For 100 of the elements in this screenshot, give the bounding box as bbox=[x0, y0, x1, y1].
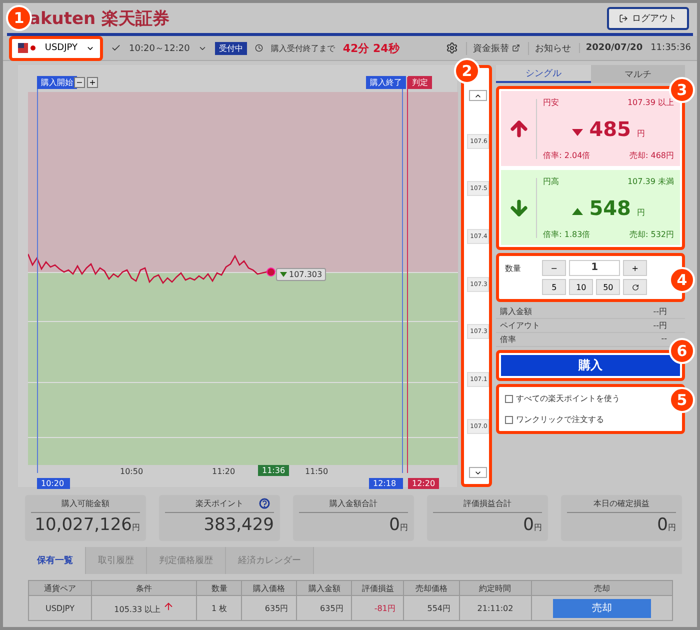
currency-pair-select[interactable]: USDJPY bbox=[9, 36, 103, 60]
summary-value: 0円 bbox=[388, 514, 408, 535]
option-checkbox[interactable]: ワンクリックで注文する bbox=[501, 410, 608, 429]
table-cell: 1 枚 bbox=[196, 596, 242, 620]
price-unit: 円 bbox=[636, 128, 645, 138]
decrement-button[interactable]: − bbox=[542, 260, 566, 276]
preset-button[interactable]: 5 bbox=[542, 279, 566, 295]
step-badge: 6 bbox=[669, 338, 695, 364]
option-label: 円高 bbox=[543, 176, 560, 186]
mode-tab[interactable]: シングル bbox=[496, 65, 591, 83]
payout-rate: 倍率: 1.83倍 bbox=[543, 228, 590, 240]
quantity-field[interactable]: 1 bbox=[569, 260, 620, 276]
session-select[interactable]: 10:20～12:20 bbox=[129, 42, 190, 54]
sell-price: 売却: 468円 bbox=[629, 150, 674, 160]
settings-icon[interactable] bbox=[446, 42, 458, 54]
summary-label: 購入可能金額 bbox=[62, 498, 110, 509]
payout-rate: 倍率: 2.04倍 bbox=[543, 150, 590, 160]
detail-label: 購入金額 bbox=[500, 306, 532, 317]
step-badge: 4 bbox=[669, 267, 695, 293]
summary-value: 0円 bbox=[522, 514, 542, 535]
column-header: 購入金額 bbox=[296, 580, 352, 596]
summary-label: 購入金額合計 bbox=[330, 498, 378, 509]
deadline-label: 購入受付終了まで bbox=[270, 42, 335, 54]
logo: akuten 楽天証券 bbox=[29, 8, 170, 30]
option-checkbox[interactable]: すべての楽天ポイントを使う bbox=[501, 389, 624, 408]
price-unit: 円 bbox=[636, 206, 645, 218]
logout-icon bbox=[619, 14, 628, 22]
countdown: 42分 24秒 bbox=[342, 40, 400, 56]
table-cell: 105.33 以上 bbox=[91, 596, 197, 620]
increment-button[interactable]: + bbox=[623, 260, 648, 276]
option-price: 485 bbox=[589, 116, 631, 140]
scroll-up-button[interactable] bbox=[469, 90, 488, 101]
table-cell: 554円 bbox=[404, 596, 460, 620]
table-cell: 635円 bbox=[242, 596, 297, 620]
step-badge: 5 bbox=[669, 387, 695, 413]
column-header: 約定時間 bbox=[459, 580, 532, 596]
detail-value: --円 bbox=[653, 306, 667, 317]
column-header: 通貨ペア bbox=[28, 580, 92, 596]
table-cell: -81円 bbox=[352, 596, 404, 620]
help-icon[interactable] bbox=[259, 498, 270, 509]
option-price: 548 bbox=[589, 196, 631, 220]
refresh-icon bbox=[632, 284, 639, 290]
detail-value: --円 bbox=[653, 320, 667, 331]
purchase-start-label: 購入開始 bbox=[37, 76, 77, 89]
detail-label: 倍率 bbox=[500, 334, 516, 345]
logout-button[interactable]: ログアウト bbox=[607, 6, 689, 30]
current-time-label: 11:36 bbox=[258, 465, 290, 476]
column-header: 売却 bbox=[531, 580, 672, 596]
judgment-label: 判定 bbox=[408, 76, 432, 89]
flags-icon bbox=[18, 43, 37, 53]
table-cell: 635円 bbox=[296, 596, 352, 620]
check-icon bbox=[111, 43, 121, 53]
summary-value: 383,429 bbox=[202, 514, 274, 535]
summary-value: 10,027,126円 bbox=[34, 514, 140, 535]
down-triangle-icon bbox=[572, 128, 584, 136]
purchase-end-label: 購入終了 bbox=[366, 76, 406, 89]
summary-value: 0円 bbox=[656, 514, 676, 535]
zoom-out-button[interactable]: − bbox=[74, 77, 85, 88]
external-link-icon bbox=[512, 44, 520, 52]
summary-label: 楽天ポイント bbox=[196, 498, 244, 509]
notice-link[interactable]: お知らせ bbox=[528, 42, 571, 54]
column-header: 売却価格 bbox=[404, 580, 460, 596]
column-header: 購入価格 bbox=[242, 580, 297, 596]
clock-icon bbox=[254, 44, 263, 52]
summary-label: 本日の確定損益 bbox=[594, 498, 650, 509]
column-header: 条件 bbox=[91, 580, 197, 596]
scroll-down-button[interactable] bbox=[469, 467, 488, 478]
preset-button[interactable]: 50 bbox=[596, 279, 620, 295]
funds-transfer-link[interactable]: 資金振替 bbox=[466, 42, 520, 54]
sell-button[interactable]: 売却 bbox=[552, 598, 651, 618]
price-tag: 107.303 bbox=[276, 268, 326, 281]
current-price-dot bbox=[266, 268, 276, 276]
down-triangle-icon bbox=[280, 272, 287, 277]
zoom-in-button[interactable]: + bbox=[87, 77, 98, 88]
date: 2020/07/20 bbox=[578, 43, 643, 53]
option-label: 円安 bbox=[543, 96, 560, 108]
quantity-label: 数量 bbox=[505, 262, 522, 274]
preset-button[interactable]: 10 bbox=[569, 279, 594, 295]
time-axis-label: 10:50 bbox=[120, 467, 144, 476]
time-axis-label: 11:50 bbox=[305, 467, 328, 476]
reset-button[interactable] bbox=[623, 279, 648, 295]
option-condition: 107.39 未満 bbox=[627, 176, 674, 186]
status-badge: 受付中 bbox=[214, 42, 247, 54]
detail-label: ペイアウト bbox=[500, 320, 540, 331]
clock-time: 11:35:36 bbox=[650, 43, 691, 53]
up-triangle-icon bbox=[572, 208, 584, 214]
sell-price: 売却: 532円 bbox=[629, 228, 674, 240]
detail-value: -- bbox=[661, 334, 667, 345]
history-tab[interactable]: 保有一覧 bbox=[25, 547, 86, 574]
summary-label: 評価損益合計 bbox=[464, 498, 512, 509]
judgment-time-label: 12:20 bbox=[408, 478, 440, 489]
buy-button[interactable]: 購入 bbox=[501, 355, 680, 376]
step-badge: 1 bbox=[6, 5, 32, 31]
column-header: 数量 bbox=[196, 580, 242, 596]
table-cell: USDJPY bbox=[28, 596, 92, 620]
column-header: 評価損益 bbox=[352, 580, 404, 596]
table-cell: 21:11:02 bbox=[459, 596, 532, 620]
mode-tab[interactable]: マルチ bbox=[590, 65, 685, 83]
yen-strong-option[interactable]: 円高 107.39 未満 548 円 倍率: 1.83倍 売却: 532円 bbox=[501, 170, 680, 245]
time-axis-label: 11:20 bbox=[212, 467, 236, 476]
